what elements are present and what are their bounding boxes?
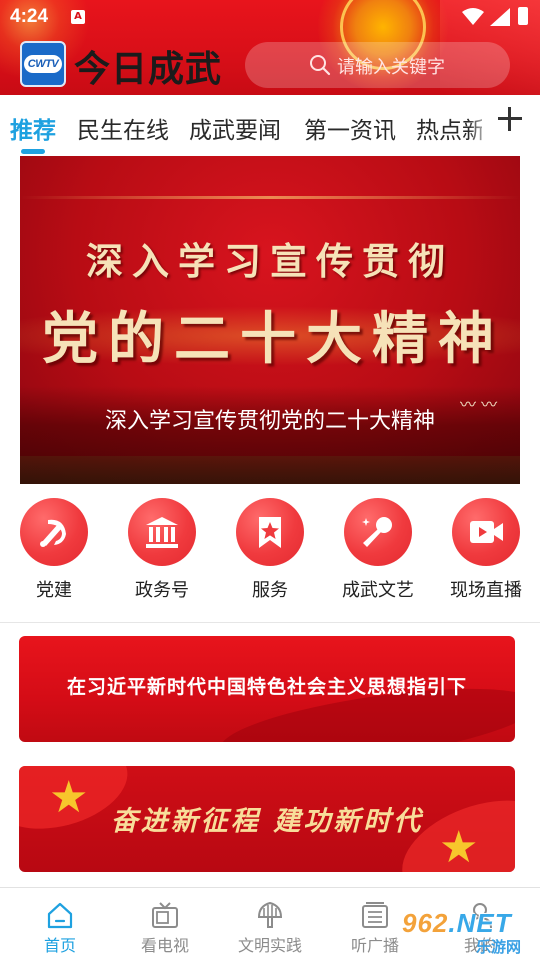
- hero-title-line2: 党的二十大精神: [42, 306, 504, 372]
- status-bar: 4:24 A: [0, 0, 540, 34]
- party-emblem-icon: [40, 519, 66, 547]
- radio-icon: [362, 902, 388, 928]
- watermark-site-name: 乐游网: [476, 938, 522, 956]
- video-camera-icon: [470, 521, 503, 543]
- plus-icon[interactable]: [498, 107, 522, 131]
- shortcut-circle: [452, 498, 520, 566]
- tv-icon: [152, 902, 178, 928]
- status-time: 4:24: [10, 6, 49, 27]
- shortcut-party-building[interactable]: 党建: [4, 498, 104, 608]
- nav-home[interactable]: 首页: [6, 888, 114, 960]
- home-icon: [47, 902, 73, 929]
- app-title: 今日成武: [74, 48, 223, 90]
- shortcut-label: 党建: [36, 580, 72, 601]
- light-streak-decoration: [20, 196, 520, 199]
- banner-text: 在习近平新时代中国特色社会主义思想指引下: [66, 676, 467, 698]
- tab-local-news[interactable]: 成武要闻: [189, 111, 281, 145]
- nav-label: 看电视: [140, 936, 189, 955]
- shortcut-circle: [344, 498, 412, 566]
- tab-first-info[interactable]: 第一资讯: [304, 111, 396, 145]
- shortcut-live[interactable]: 现场直播: [436, 498, 536, 608]
- watermark-number: 962: [402, 908, 449, 938]
- shortcut-circle: [236, 498, 304, 566]
- government-building-icon: [146, 517, 178, 548]
- shortcut-grid: 党建 政务号 服务 成武文艺 现场直播: [0, 484, 540, 622]
- tab-active-indicator: [21, 149, 45, 154]
- temple-icon: [257, 901, 283, 928]
- shortcut-gov-account[interactable]: 政务号: [112, 498, 212, 608]
- app-logo-text: CWTV: [24, 55, 62, 73]
- tab-livelihood[interactable]: 民生在线: [77, 111, 169, 145]
- site-watermark: 962.NET 乐游网: [402, 908, 536, 956]
- shortcut-arts[interactable]: 成武文艺: [328, 498, 428, 608]
- hero-banner[interactable]: 深入学习宣传贯彻 党的二十大精神 〰 〰 深入学习宣传贯彻党的二十大精神: [20, 156, 520, 484]
- nav-tv[interactable]: 看电视: [111, 888, 219, 960]
- tab-recommend[interactable]: 推荐: [10, 111, 56, 145]
- mountain-decoration: [20, 456, 520, 484]
- wifi-icon: [462, 8, 484, 25]
- app-logo: CWTV: [20, 41, 66, 87]
- shortcut-label: 政务号: [135, 580, 189, 601]
- hero-caption: 深入学习宣传贯彻党的二十大精神: [104, 409, 435, 434]
- bookmark-star-icon: [259, 517, 281, 548]
- shortcut-label: 服务: [252, 580, 288, 601]
- signal-icon: [490, 8, 510, 26]
- watermark-logo: 962.NET: [402, 908, 512, 939]
- nav-label: 文明实践: [237, 936, 302, 955]
- nav-label: 首页: [43, 936, 76, 955]
- category-tabs: 推荐 民生在线 成武要闻 第一资讯 热点新: [0, 95, 540, 155]
- watermark-net: .NET: [448, 908, 512, 938]
- search-bar[interactable]: 请输入关键字: [245, 42, 510, 88]
- nav-civilization-practice[interactable]: 文明实践: [216, 888, 324, 960]
- shortcut-circle: [20, 498, 88, 566]
- shortcut-service[interactable]: 服务: [220, 498, 320, 608]
- banner-text: 奋进新征程 建功新时代: [110, 806, 424, 837]
- shortcut-circle: [128, 498, 196, 566]
- promo-banner-new-journey[interactable]: ★ ★ 奋进新征程 建功新时代: [19, 766, 515, 872]
- notification-icon: A: [71, 10, 85, 24]
- app-header: 4:24 A CWTV 今日成武 请输入关键字: [0, 0, 540, 95]
- search-icon: [310, 55, 331, 76]
- promo-banner-guidance[interactable]: 在习近平新时代中国特色社会主义思想指引下: [19, 636, 515, 742]
- search-placeholder: 请输入关键字: [337, 57, 445, 78]
- divider: [0, 622, 540, 623]
- shortcut-label: 成武文艺: [342, 580, 414, 601]
- microphone-icon: [362, 517, 392, 547]
- hero-title-line1: 深入学习宣传贯彻: [86, 239, 454, 283]
- shortcut-label: 现场直播: [450, 580, 522, 601]
- battery-icon: [518, 7, 528, 25]
